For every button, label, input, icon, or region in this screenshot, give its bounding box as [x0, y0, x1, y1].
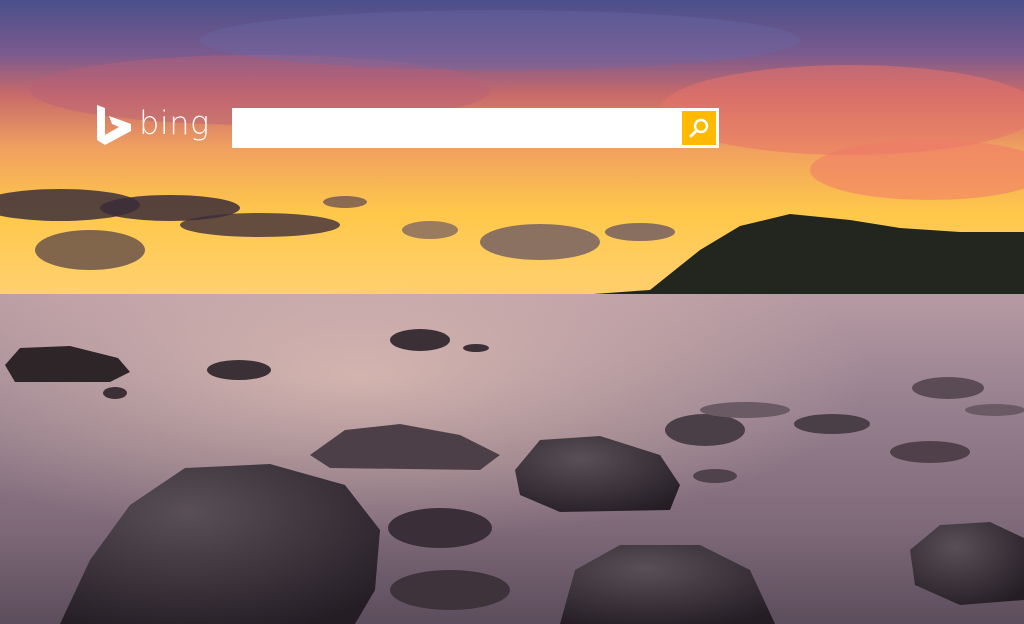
search-icon — [689, 118, 709, 138]
search-input[interactable] — [232, 108, 682, 148]
search-box — [232, 108, 719, 148]
search-button[interactable] — [682, 111, 716, 145]
background-image — [0, 0, 1024, 624]
bing-b-icon — [97, 105, 131, 145]
bing-logo[interactable]: bing — [95, 102, 210, 148]
bing-wordmark: bing — [139, 104, 210, 142]
